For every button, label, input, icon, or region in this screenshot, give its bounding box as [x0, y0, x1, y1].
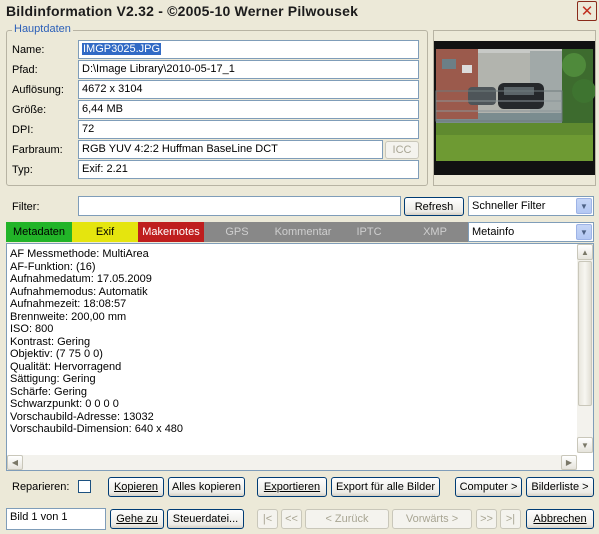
window-title: Bildinformation V2.32 - ©2005-10 Werner … — [6, 3, 359, 19]
export-alle-label: Export für alle Bilder — [335, 481, 436, 493]
exportieren-button[interactable]: Exportieren — [257, 477, 327, 497]
zurueck-button[interactable]: < Zurück — [305, 509, 389, 529]
label-groesse: Größe: — [12, 104, 47, 116]
next-fast-button[interactable]: >> — [476, 509, 497, 529]
filter-input[interactable] — [78, 196, 401, 216]
tab-gps[interactable]: GPS — [204, 222, 270, 242]
alles-kopieren-button[interactable]: Alles kopieren — [168, 477, 245, 497]
farbraum-field[interactable]: RGB YUV 4:2:2 Huffman BaseLine DCT — [78, 140, 383, 159]
tab-xmp[interactable]: XMP — [402, 222, 468, 242]
refresh-button[interactable]: Refresh — [404, 197, 464, 216]
chevron-down-icon: ▼ — [576, 224, 592, 240]
typ-field[interactable]: Exif: 2.21 — [78, 160, 419, 179]
vorwaerts-button[interactable]: Vorwärts > — [392, 509, 472, 529]
kopieren-label: Kopieren — [113, 481, 159, 493]
tab-kommentar[interactable]: Kommentar — [270, 222, 336, 242]
hauptdaten-title: Hauptdaten — [12, 23, 73, 35]
scroll-left-icon[interactable]: ◀ — [7, 455, 23, 470]
name-field[interactable]: IMGP3025.JPG — [78, 40, 419, 59]
groesse-field[interactable]: 6,44 MB — [78, 100, 419, 119]
label-pfad: Pfad: — [12, 64, 38, 76]
label-typ: Typ: — [12, 164, 33, 176]
label-dpi: DPI: — [12, 124, 34, 136]
dpi-field[interactable]: 72 — [78, 120, 419, 139]
first-image-button[interactable]: |< — [257, 509, 278, 529]
list-item[interactable]: ISO: 800 — [7, 323, 593, 336]
computer-button[interactable]: Computer > — [455, 477, 522, 497]
gehe-zu-button[interactable]: Gehe zu — [110, 509, 164, 529]
steuerdatei-button[interactable]: Steuerdatei... — [167, 509, 244, 529]
label-aufloesung: Auflösung: — [12, 84, 64, 96]
label-farbraum: Farbraum: — [12, 144, 63, 156]
scroll-down-icon[interactable]: ▼ — [577, 437, 593, 453]
chevron-down-icon: ▼ — [576, 198, 592, 214]
list-item[interactable]: Vorschaubild-Dimension: 640 x 480 — [7, 423, 593, 436]
bilderliste-label: Bilderliste > — [531, 481, 589, 493]
scroll-up-icon[interactable]: ▲ — [577, 244, 593, 260]
alles-kopieren-label: Alles kopieren — [171, 481, 242, 493]
abbrechen-button[interactable]: Abbrechen — [526, 509, 594, 529]
close-icon: ✕ — [580, 2, 594, 20]
steuerdatei-label: Steuerdatei... — [172, 513, 239, 525]
tab-exif[interactable]: Exif — [72, 222, 138, 242]
horizontal-scrollbar[interactable]: ◀ ▶ — [7, 455, 577, 470]
list-item[interactable]: Schwarzpunkt: 0 0 0 0 — [7, 398, 593, 411]
bild-position-field[interactable]: Bild 1 von 1 — [6, 508, 106, 530]
filter-mode-value: Schneller Filter — [472, 200, 546, 212]
metainfo-value: Metainfo — [472, 226, 515, 238]
filter-mode-select[interactable]: Schneller Filter ▼ — [468, 196, 594, 216]
tab-makernotes[interactable]: Makernotes — [138, 222, 204, 242]
tab-metadaten[interactable]: Metadaten — [6, 222, 72, 242]
preview-panel — [433, 30, 596, 186]
last-image-button[interactable]: >| — [500, 509, 521, 529]
pfad-field[interactable]: D:\Image Library\2010-05-17_1 — [78, 60, 419, 79]
scroll-right-icon[interactable]: ▶ — [561, 455, 577, 470]
close-button[interactable]: ✕ — [577, 1, 597, 21]
list-item[interactable]: Objektiv: (7 75 0 0) — [7, 348, 593, 361]
reparieren-label: Reparieren: — [12, 481, 70, 493]
list-item[interactable]: Aufnahmedatum: 17.05.2009 — [7, 273, 593, 286]
kopieren-button[interactable]: Kopieren — [108, 477, 164, 497]
list-item[interactable]: Qualität: Hervorragend — [7, 361, 593, 374]
name-value: IMGP3025.JPG — [82, 43, 162, 55]
bilderliste-button[interactable]: Bilderliste > — [526, 477, 594, 497]
list-item[interactable]: AF-Funktion: (16) — [7, 261, 593, 274]
computer-label: Computer > — [459, 481, 518, 493]
gehe-zu-label: Gehe zu — [116, 513, 158, 525]
list-item[interactable]: Aufnahmemodus: Automatik — [7, 286, 593, 299]
vertical-scrollbar[interactable]: ▲ ▼ — [577, 244, 593, 453]
scroll-thumb[interactable] — [578, 261, 592, 406]
list-item[interactable]: Kontrast: Gering — [7, 336, 593, 349]
metainfo-select[interactable]: Metainfo ▼ — [468, 222, 594, 242]
tab-iptc[interactable]: IPTC — [336, 222, 402, 242]
reparieren-checkbox[interactable] — [78, 480, 91, 493]
prev-fast-button[interactable]: << — [281, 509, 302, 529]
exportieren-label: Exportieren — [263, 481, 321, 493]
list-item[interactable]: Schärfe: Gering — [7, 386, 593, 399]
filter-label: Filter: — [12, 201, 40, 213]
label-name: Name: — [12, 44, 45, 56]
export-alle-button[interactable]: Export für alle Bilder — [331, 477, 440, 497]
list-item[interactable]: Vorschaubild-Adresse: 13032 — [7, 411, 593, 424]
list-item[interactable]: Aufnahmezeit: 18:08:57 — [7, 298, 593, 311]
list-item[interactable]: Brennweite: 200,00 mm — [7, 311, 593, 324]
metadata-list[interactable]: AF Messmethode: MultiArea AF-Funktion: (1… — [6, 243, 594, 471]
image-preview[interactable] — [434, 31, 595, 185]
list-item[interactable]: AF Messmethode: MultiArea — [7, 248, 593, 261]
icc-button[interactable]: ICC — [385, 141, 419, 159]
abbrechen-label: Abbrechen — [533, 513, 587, 525]
aufloesung-field[interactable]: 4672 x 3104 — [78, 80, 419, 99]
list-item[interactable]: Sättigung: Gering — [7, 373, 593, 386]
